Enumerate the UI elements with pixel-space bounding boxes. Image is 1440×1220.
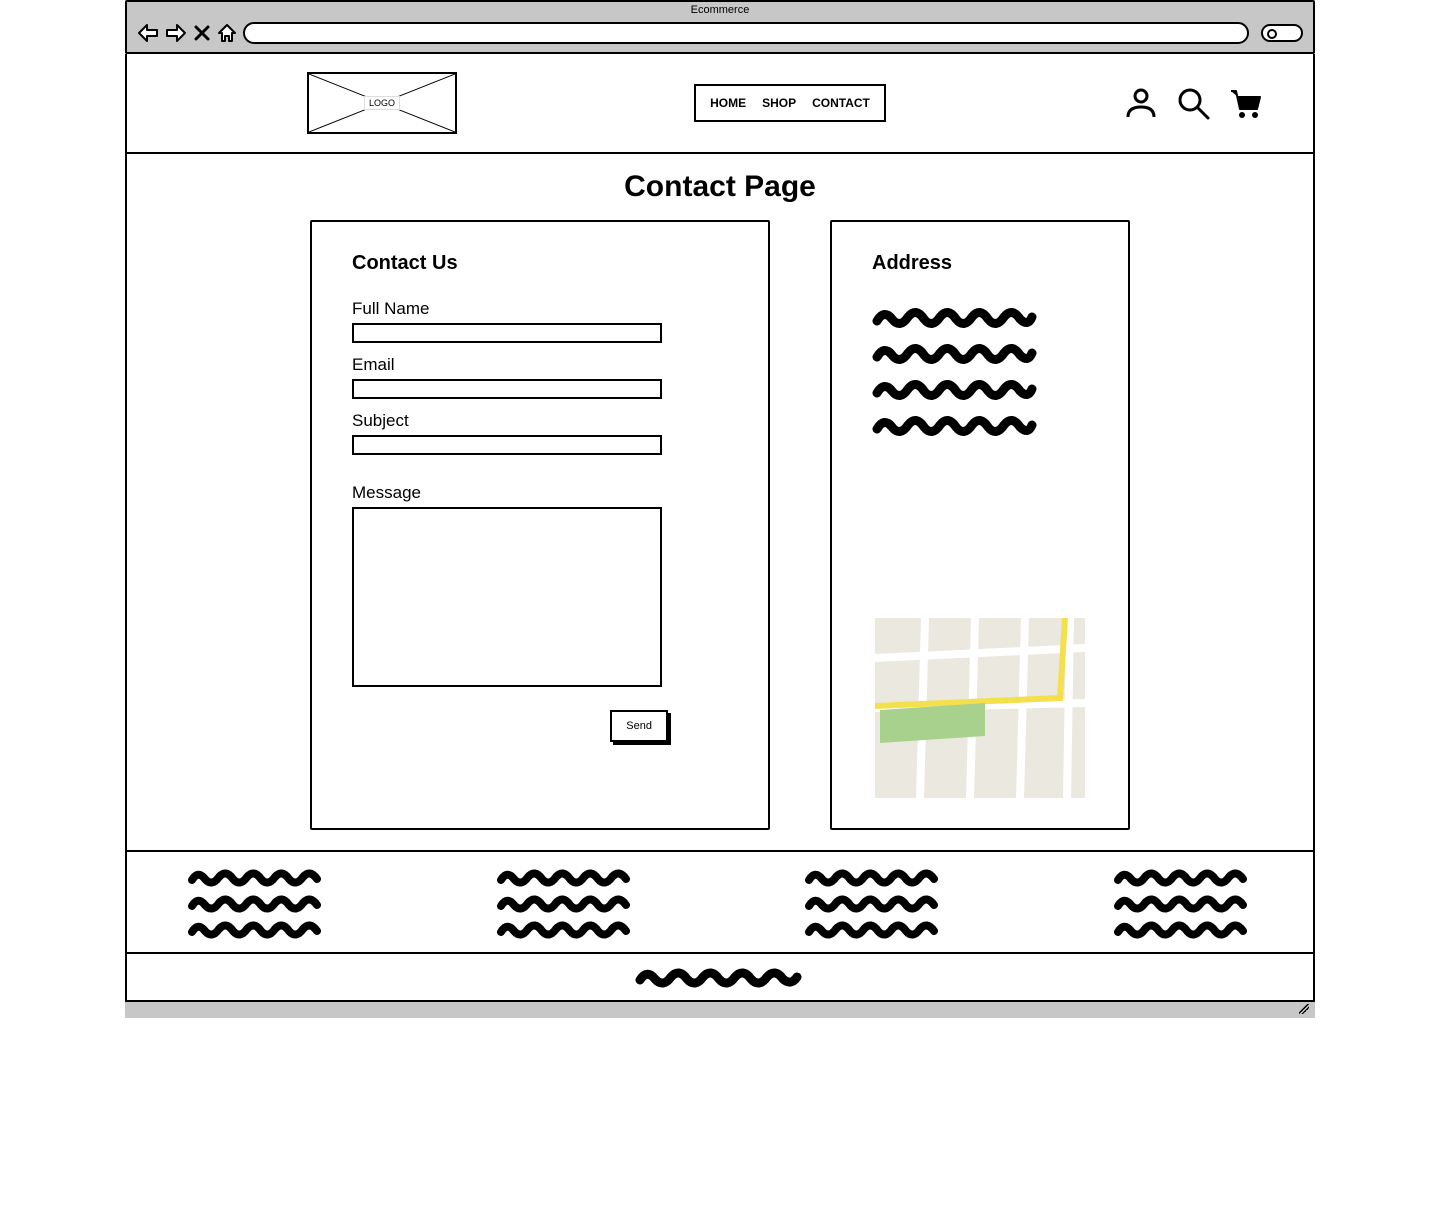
copyright-bar: [127, 952, 1313, 1000]
placeholder-text: [872, 377, 1037, 401]
send-button[interactable]: Send: [610, 710, 668, 742]
placeholder-text: [187, 919, 327, 939]
placeholder-text: [496, 919, 636, 939]
placeholder-text: [187, 867, 327, 887]
main-nav: HOME SHOP CONTACT: [694, 84, 886, 122]
placeholder-text: [635, 966, 805, 988]
search-icon[interactable]: [1175, 85, 1211, 121]
placeholder-text: [804, 919, 944, 939]
placeholder-text: [804, 893, 944, 913]
message-label: Message: [352, 483, 728, 503]
browser-window: Ecommerce: [125, 0, 1315, 54]
site-header: LOGO HOME SHOP CONTACT: [127, 54, 1313, 154]
back-icon[interactable]: [137, 23, 159, 43]
logo[interactable]: LOGO: [307, 72, 457, 134]
page-title: Contact Page: [157, 170, 1283, 204]
footer-col: [496, 864, 636, 942]
placeholder-text: [872, 413, 1037, 437]
contact-form-panel: Contact Us Full Name Email Subject Messa…: [310, 220, 770, 830]
footer-col: [804, 864, 944, 942]
footer-col: [1113, 864, 1253, 942]
placeholder-text: [1113, 867, 1253, 887]
zoom-control[interactable]: [1261, 24, 1303, 42]
placeholder-text: [1113, 893, 1253, 913]
nav-home[interactable]: HOME: [710, 96, 746, 110]
address-panel: Address: [830, 220, 1130, 830]
forward-icon[interactable]: [165, 23, 187, 43]
footer: [127, 850, 1313, 952]
cart-icon[interactable]: [1227, 85, 1263, 121]
close-icon[interactable]: [193, 24, 211, 42]
window-title: Ecommerce: [127, 2, 1313, 18]
nav-contact[interactable]: CONTACT: [812, 96, 870, 110]
full-name-input[interactable]: [352, 323, 662, 343]
main-content: Contact Page Contact Us Full Name Email …: [127, 154, 1313, 850]
placeholder-text: [496, 893, 636, 913]
email-label: Email: [352, 355, 728, 375]
header-icons: [1123, 85, 1263, 121]
message-textarea[interactable]: [352, 507, 662, 687]
placeholder-text: [804, 867, 944, 887]
subject-input[interactable]: [352, 435, 662, 455]
subject-label: Subject: [352, 411, 728, 431]
placeholder-text: [496, 867, 636, 887]
email-input[interactable]: [352, 379, 662, 399]
address-heading: Address: [872, 252, 1088, 275]
user-icon[interactable]: [1123, 85, 1159, 121]
placeholder-text: [872, 341, 1037, 365]
logo-text: LOGO: [364, 96, 400, 110]
footer-col: [187, 864, 327, 942]
browser-toolbar: [127, 18, 1313, 52]
placeholder-text: [187, 893, 327, 913]
home-icon[interactable]: [217, 23, 237, 43]
placeholder-text: [1113, 919, 1253, 939]
placeholder-text: [872, 305, 1037, 329]
page-content: LOGO HOME SHOP CONTACT Contact Page Cont…: [125, 54, 1315, 1002]
full-name-label: Full Name: [352, 299, 728, 319]
map-placeholder: [875, 618, 1085, 798]
nav-shop[interactable]: SHOP: [762, 96, 796, 110]
url-input[interactable]: [243, 22, 1249, 44]
resize-grip[interactable]: [125, 1002, 1315, 1018]
contact-form-heading: Contact Us: [352, 252, 728, 275]
